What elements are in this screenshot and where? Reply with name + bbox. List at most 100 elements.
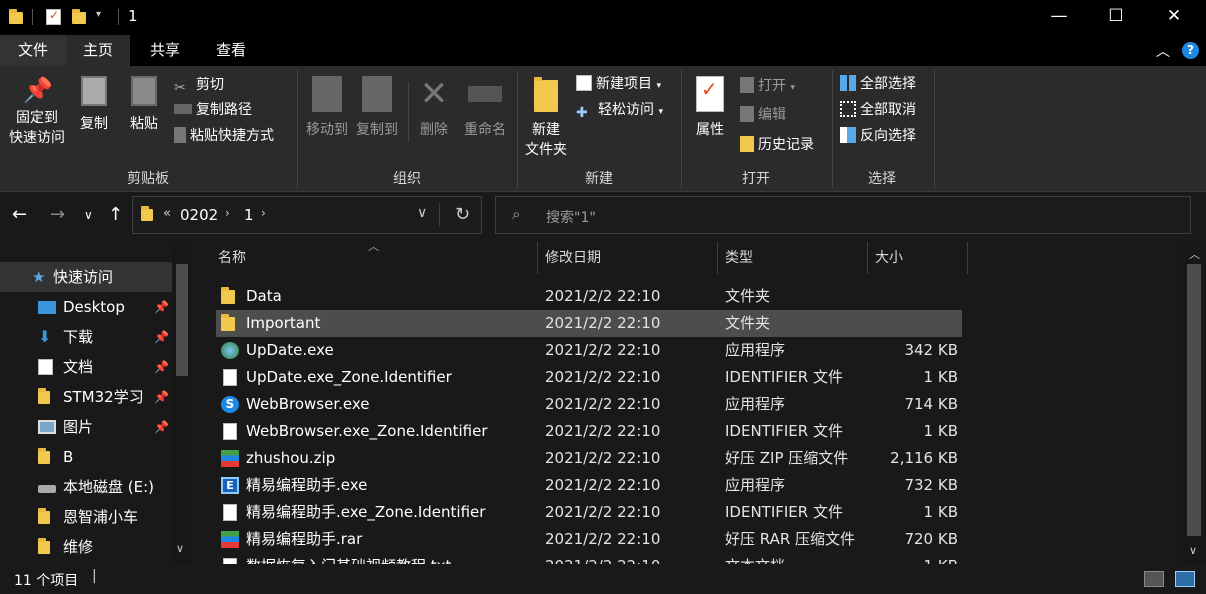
customize-quick-access-icon[interactable]: ▾ [96,9,101,27]
chevron-right-icon[interactable]: › [261,206,266,220]
sort-ascending-icon: ︿ [368,242,379,253]
breadcrumb-1[interactable]: 1 [244,206,254,224]
file-type: 文件夹 [725,314,771,332]
column-separator[interactable] [867,242,868,274]
pin-icon[interactable]: 📌 [154,292,169,322]
file-row[interactable]: S WebBrowser.exe 2021/2/2 22:10 应用程序 714 KB [216,391,962,418]
open-button[interactable]: 打开 ▾ [740,75,795,97]
new-item-button[interactable]: 新建项目 ▾ [576,73,661,95]
pin-icon[interactable]: 📌 [154,382,169,412]
copy-button[interactable]: 复制 [72,76,116,134]
sidebar-item-documents[interactable]: 文档 📌 [0,352,172,382]
sidebar-item-pictures[interactable]: 图片 📌 [0,412,172,442]
file-row[interactable]: Important 2021/2/2 22:10 文件夹 [216,310,962,337]
scroll-down-icon[interactable]: ∨ [1189,544,1197,557]
edit-button[interactable]: 编辑 [740,104,786,126]
sidebar-item-stm32[interactable]: STM32学习 📌 [0,382,172,412]
new-folder-icon[interactable] [72,9,86,24]
search-box[interactable]: ⌕ 搜索"1" [495,196,1191,234]
move-to-button[interactable]: 移动到 [302,76,352,140]
cut-button[interactable]: ✂ 剪切 [174,74,224,96]
history-button[interactable]: 历史记录 [740,134,814,156]
column-separator[interactable] [967,242,968,274]
pin-icon[interactable]: 📌 [154,352,169,382]
new-folder-button[interactable]: 新建 文件夹 [520,76,572,160]
easy-access-button[interactable]: ✚ 轻松访问 ▾ [576,99,663,121]
drive-icon [38,485,56,493]
tab-file[interactable]: 文件 [0,35,66,66]
copy-path-button[interactable]: 复制路径 [174,99,252,121]
recent-locations-icon[interactable]: ∨ [84,208,93,222]
properties-button[interactable]: ✓ 属性 [688,76,732,140]
pin-icon[interactable]: 📌 [154,412,169,442]
scroll-up-icon[interactable]: ︿ [1189,246,1200,262]
invert-selection-icon [840,127,856,143]
sidebar-item-desktop[interactable]: Desktop 📌 [0,292,172,322]
invert-selection-button[interactable]: 反向选择 [840,125,916,147]
scroll-down-icon[interactable]: ∨ [176,542,184,555]
address-bar[interactable]: « 0202 › 1 › ∨ ↻ [132,196,482,234]
tab-share[interactable]: 共享 [134,35,196,66]
select-none-button[interactable]: 全部取消 [840,99,916,121]
copy-label: 复制 [80,116,108,132]
file-row[interactable]: 精易编程助手.rar 2021/2/2 22:10 好压 RAR 压缩文件 720 K… [216,526,962,553]
column-separator[interactable] [717,242,718,274]
details-view-icon[interactable] [1144,571,1164,587]
file-row[interactable]: 精易编程助手.exe_Zone.Identifier 2021/2/2 22:10… [216,499,962,526]
file-row[interactable]: UpDate.exe_Zone.Identifier 2021/2/2 22:10… [216,364,962,391]
file-row[interactable]: E 精易编程助手.exe 2021/2/2 22:10 应用程序 732 KB [216,472,962,499]
collapse-ribbon-icon[interactable]: ︿ [1156,41,1170,61]
copy-to-button[interactable]: 复制到 [352,76,402,140]
pin-quick-access-button[interactable]: 📌 固定到 快速访问 [4,76,70,148]
up-icon[interactable]: ↑ [108,204,123,225]
properties-icon[interactable]: ✓ [46,8,61,25]
file-name: 精易编程助手.exe [246,476,368,494]
file-row[interactable]: WebBrowser.exe_Zone.Identifier 2021/2/2 2… [216,418,962,445]
paste-shortcut-button[interactable]: 粘贴快捷方式 [174,125,274,147]
file-row[interactable]: zhushou.zip 2021/2/2 22:10 好压 ZIP 压缩文件 2,11… [216,445,962,472]
file-row[interactable]: Data 2021/2/2 22:10 文件夹 [216,283,962,310]
scrollbar-thumb[interactable] [1187,264,1201,536]
pin-icon[interactable]: 📌 [154,322,169,352]
chevron-right-icon[interactable]: › [225,206,230,220]
column-header-name[interactable]: 名称 [218,242,246,274]
breadcrumb-0202[interactable]: 0202 [180,206,218,224]
column-header-type[interactable]: 类型 [725,242,753,274]
scrollbar-thumb[interactable] [176,264,188,376]
maximize-button[interactable]: ☐ [1087,0,1145,33]
window-title: 1 [128,7,138,25]
sidebar-item-repair[interactable]: 维修 [0,532,172,562]
address-dropdown-icon[interactable]: ∨ [417,205,427,221]
file-name: zhushou.zip [246,449,336,467]
column-header-size[interactable]: 大小 [875,242,903,274]
breadcrumb-overflow[interactable]: « [163,206,171,221]
file-row[interactable]: 数据恢复入门基础视频教程.txt 2021/2/2 22:10 文本文档 1 KB [216,553,962,564]
minimize-button[interactable]: — [1030,0,1088,33]
tab-home[interactable]: 主页 [66,35,130,66]
sidebar-item-quick-access[interactable]: ★ 快速访问 [0,262,172,292]
sidebar-item-label: Desktop [63,298,125,316]
select-all-button[interactable]: 全部选择 [840,73,916,95]
delete-button[interactable]: ✕ 删除 [414,76,454,140]
help-icon[interactable]: ? [1182,42,1199,59]
tab-view[interactable]: 查看 [200,35,262,66]
divider [439,203,440,227]
sidebar-item-nxp-car[interactable]: 恩智浦小车 [0,502,172,532]
back-icon[interactable]: ← [12,204,27,225]
file-list-scrollbar[interactable]: ︿ ∨ [1183,242,1206,564]
refresh-icon[interactable]: ↻ [455,204,470,225]
search-input[interactable]: 搜索"1" [546,207,596,227]
sidebar-item-local-disk-e[interactable]: 本地磁盘 (E:) [0,472,172,502]
column-separator[interactable] [537,242,538,274]
column-header-date[interactable]: 修改日期 [545,242,601,274]
large-icons-view-icon[interactable] [1175,571,1195,587]
rename-button[interactable]: 重命名 [460,76,510,140]
paste-button[interactable]: 粘贴 [122,76,166,134]
forward-icon[interactable]: → [50,204,65,225]
file-row[interactable]: UpDate.exe 2021/2/2 22:10 应用程序 342 KB [216,337,962,364]
sidebar-scrollbar[interactable]: ∨ [172,242,192,564]
open-icon [740,77,754,93]
sidebar-item-downloads[interactable]: ⬇ 下载 📌 [0,322,172,352]
close-button[interactable]: ✕ [1145,0,1203,33]
sidebar-item-b[interactable]: B [0,442,172,472]
